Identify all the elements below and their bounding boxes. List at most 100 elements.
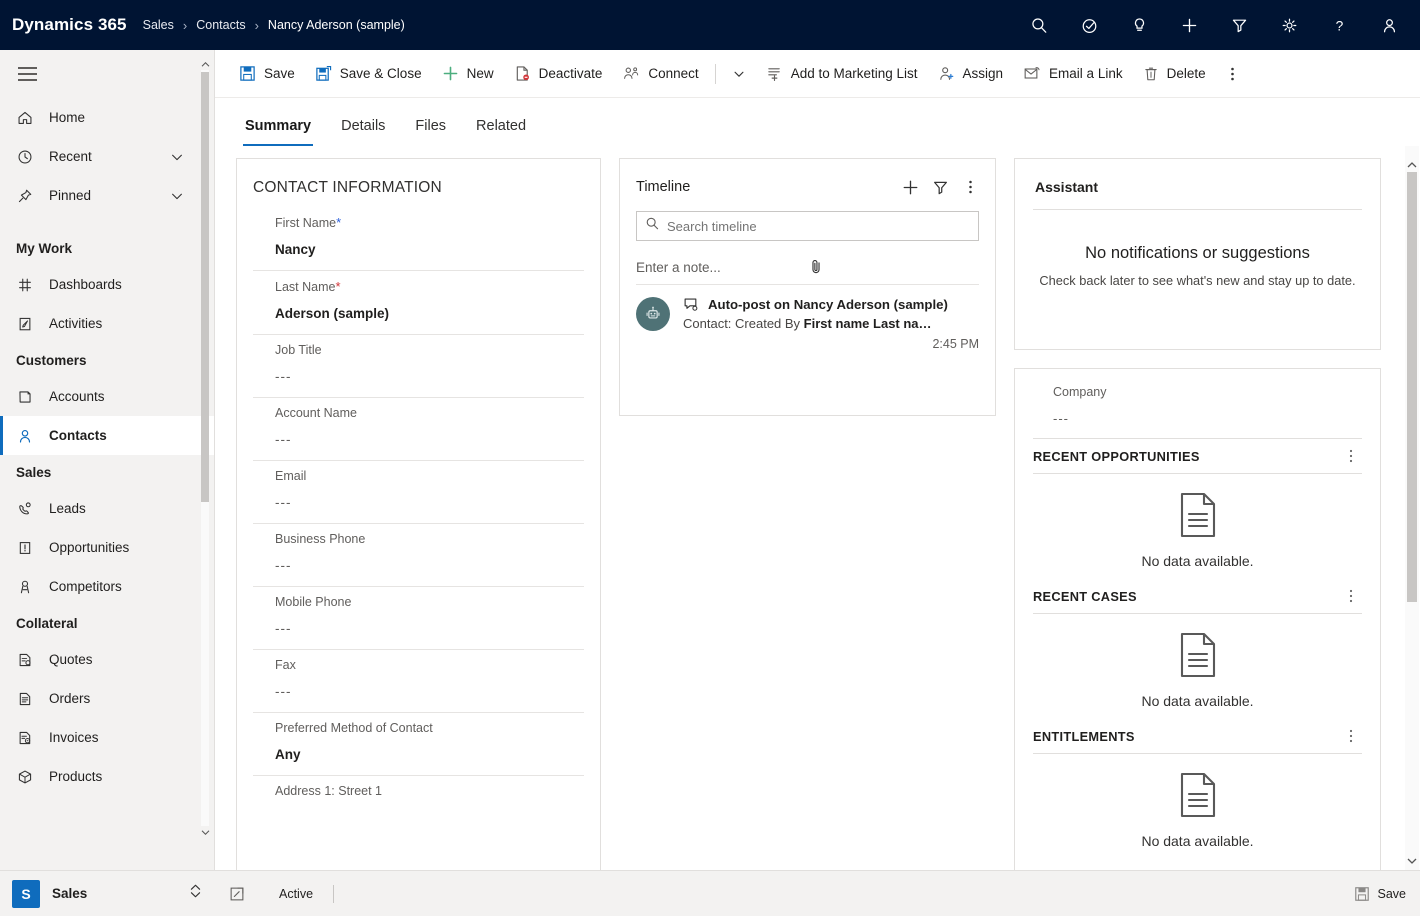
field-value[interactable]: ---	[253, 558, 584, 576]
paperclip-icon[interactable]	[808, 258, 980, 278]
empty-state-text: No data available.	[1015, 553, 1380, 569]
timeline-note-input-row[interactable]: Enter a note...	[636, 251, 979, 285]
diagnostics-icon[interactable]	[1064, 0, 1114, 50]
main-scrollbar-thumb[interactable]	[1407, 172, 1417, 602]
field-email: Email ---	[253, 461, 584, 524]
breadcrumb-item-sales[interactable]: Sales	[143, 18, 174, 32]
tab-summary[interactable]: Summary	[235, 112, 321, 146]
breadcrumb-item-contacts[interactable]: Contacts	[196, 18, 245, 32]
sidebar-item-pinned[interactable]: Pinned	[0, 176, 214, 215]
lightbulb-icon[interactable]	[1114, 0, 1164, 50]
more-icon[interactable]	[1340, 448, 1362, 464]
scroll-down-arrow-icon[interactable]	[1406, 854, 1418, 868]
chevron-down-icon[interactable]	[170, 150, 184, 164]
app-badge: S	[12, 880, 40, 908]
sidebar-item-dashboards[interactable]: Dashboards	[0, 265, 214, 304]
assign-button[interactable]: Assign	[928, 54, 1014, 94]
timeline-entry-body: Auto-post on Nancy Aderson (sample) Cont…	[683, 297, 979, 351]
opportunities-icon	[16, 539, 38, 557]
document-icon	[1178, 805, 1218, 822]
assign-button-label: Assign	[963, 66, 1004, 81]
timeline-entry[interactable]: Auto-post on Nancy Aderson (sample) Cont…	[620, 285, 995, 351]
sidebar-item-label: Invoices	[49, 730, 214, 745]
user-icon[interactable]	[1364, 0, 1414, 50]
add-to-marketing-list-button[interactable]: Add to Marketing List	[756, 54, 928, 94]
scroll-up-arrow-icon[interactable]	[200, 58, 210, 70]
field-mobile-phone: Mobile Phone ---	[253, 587, 584, 650]
plus-icon	[442, 65, 459, 82]
field-value[interactable]: Any	[253, 747, 584, 765]
email-a-link-button[interactable]: Email a Link	[1013, 54, 1133, 94]
sidebar-item-competitors[interactable]: Competitors	[0, 567, 214, 606]
delete-button-label: Delete	[1167, 66, 1206, 81]
field-label: Fax	[253, 658, 584, 672]
more-icon[interactable]	[1340, 728, 1362, 744]
timeline-add-icon[interactable]	[895, 173, 925, 201]
field-value[interactable]: Aderson (sample)	[253, 306, 584, 324]
field-value[interactable]: Nancy	[253, 242, 584, 260]
sidebar-app-switcher[interactable]: S Sales	[0, 870, 215, 916]
auto-post-icon	[683, 297, 700, 312]
timeline-search-box[interactable]	[636, 211, 979, 241]
connect-dropdown-chevron-icon[interactable]	[722, 54, 756, 94]
delete-button[interactable]: Delete	[1133, 54, 1216, 94]
plus-icon[interactable]	[1164, 0, 1214, 50]
sidebar-item-products[interactable]: Products	[0, 757, 214, 796]
tab-related[interactable]: Related	[466, 112, 536, 146]
field-value[interactable]: ---	[253, 684, 584, 702]
sidebar-scrollbar[interactable]	[199, 58, 210, 838]
sidebar-item-orders[interactable]: Orders	[0, 679, 214, 718]
save-button[interactable]: Save	[229, 54, 305, 94]
sidebar-item-accounts[interactable]: Accounts	[0, 377, 214, 416]
scroll-up-arrow-icon[interactable]	[1406, 158, 1418, 172]
chevron-right-icon: ›	[255, 18, 259, 33]
field-value[interactable]: ---	[253, 369, 584, 387]
deactivate-button-label: Deactivate	[539, 66, 603, 81]
search-icon[interactable]	[1014, 0, 1064, 50]
sidebar-scrollbar-thumb[interactable]	[201, 72, 209, 502]
save-close-icon	[315, 65, 332, 82]
email-a-link-label: Email a Link	[1049, 66, 1123, 81]
help-icon[interactable]: ?	[1314, 0, 1364, 50]
sidebar-item-quotes[interactable]: Quotes	[0, 640, 214, 679]
search-input[interactable]	[667, 219, 970, 234]
sidebar-item-invoices[interactable]: Invoices	[0, 718, 214, 757]
breadcrumb-item-current-record: Nancy Aderson (sample)	[268, 18, 405, 32]
timeline-entry-subtitle: Contact: Created By First name Last na…	[683, 316, 979, 331]
hamburger-menu-icon[interactable]	[3, 50, 51, 98]
connect-button[interactable]: Connect	[612, 54, 708, 94]
timeline-filter-icon[interactable]	[925, 173, 955, 201]
filter-icon[interactable]	[1214, 0, 1264, 50]
field-account-name: Account Name ---	[253, 398, 584, 461]
sidebar-item-opportunities[interactable]: Opportunities	[0, 528, 214, 567]
scroll-down-arrow-icon[interactable]	[200, 826, 210, 838]
more-icon[interactable]	[1340, 588, 1362, 604]
tab-files[interactable]: Files	[405, 112, 456, 146]
tab-details[interactable]: Details	[331, 112, 395, 146]
chevron-down-icon[interactable]	[170, 189, 184, 203]
save-and-close-button[interactable]: Save & Close	[305, 54, 432, 94]
more-commands-icon[interactable]	[1216, 54, 1250, 94]
invoices-icon	[16, 729, 38, 747]
field-value[interactable]: ---	[253, 495, 584, 513]
field-value[interactable]: ---	[253, 432, 584, 450]
app-switcher-chevron-icon[interactable]	[188, 882, 203, 905]
new-button[interactable]: New	[432, 54, 504, 94]
status-save-button[interactable]: Save	[1354, 886, 1407, 902]
connect-button-label: Connect	[648, 66, 698, 81]
timeline-more-icon[interactable]	[955, 173, 985, 201]
sidebar-item-home[interactable]: Home	[0, 98, 214, 137]
gear-icon[interactable]	[1264, 0, 1314, 50]
state-icon[interactable]	[229, 886, 255, 902]
sidebar-item-recent[interactable]: Recent	[0, 137, 214, 176]
sidebar-item-contacts[interactable]: Contacts	[0, 416, 214, 455]
main-scrollbar[interactable]	[1405, 146, 1419, 870]
sidebar-item-leads[interactable]: Leads	[0, 489, 214, 528]
field-value[interactable]: ---	[1033, 411, 1362, 426]
sidebar-item-activities[interactable]: Activities	[0, 304, 214, 343]
field-value[interactable]: ---	[253, 621, 584, 639]
field-fax: Fax ---	[253, 650, 584, 713]
save-icon	[1354, 886, 1370, 902]
entitlements-empty-state: No data available.	[1015, 754, 1380, 859]
deactivate-button[interactable]: Deactivate	[504, 54, 613, 94]
